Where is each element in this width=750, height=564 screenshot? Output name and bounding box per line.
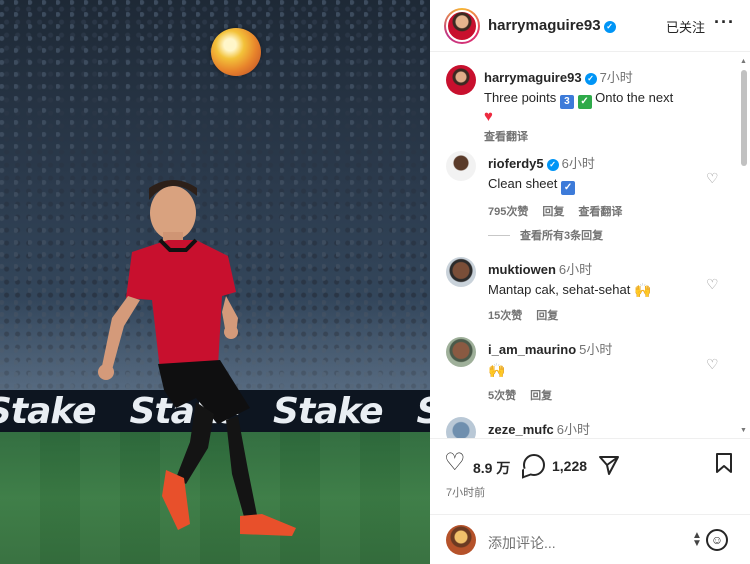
avatar[interactable] xyxy=(446,257,476,287)
comment-likes[interactable]: 5次赞 xyxy=(488,390,516,402)
post-photo[interactable]: Stake Stake Stake Stake xyxy=(0,0,430,564)
like-heart-icon[interactable]: ♡ xyxy=(706,171,720,185)
like-heart-icon[interactable]: ♡ xyxy=(444,451,466,475)
comment-text: Clean sheet xyxy=(488,176,558,191)
clapping-hands-icon: 🙌 xyxy=(488,362,506,378)
following-button[interactable]: 已关注 xyxy=(666,17,705,36)
check-mark-icon: ✓ xyxy=(577,95,592,109)
comment-username[interactable]: muktiowen xyxy=(488,262,556,277)
caption-username[interactable]: harrymaguire93 xyxy=(484,70,582,85)
avatar[interactable] xyxy=(446,417,476,438)
caption-text: Three points xyxy=(484,90,557,105)
like-heart-icon[interactable]: ♡ xyxy=(706,357,720,371)
ellipsis-icon[interactable]: ··· xyxy=(714,12,735,33)
scroll-down-arrow-icon[interactable]: ▼ xyxy=(740,427,747,434)
view-replies-link[interactable]: 查看所有3条回复 xyxy=(488,227,617,243)
header-username[interactable]: harrymaguire93 ✓ xyxy=(488,17,616,34)
comment-likes[interactable]: 795次赞 xyxy=(488,206,528,218)
see-translation-link[interactable]: 查看翻译 xyxy=(484,128,734,144)
likes-count[interactable]: 8.9 万 xyxy=(473,458,510,478)
post-timestamp: 7小时前 xyxy=(446,487,486,499)
caption-text: Onto the next xyxy=(595,90,674,105)
comment-username[interactable]: zeze_mufc xyxy=(488,422,554,437)
reply-button[interactable]: 回复 xyxy=(536,310,558,322)
verified-badge-icon: ✓ xyxy=(546,159,559,171)
comments-count: 1,228 xyxy=(552,458,588,474)
comment-text: Mantap cak, sehat-sehat xyxy=(488,282,631,297)
comment: rioferdy5 ✓ 6小时 Clean sheet ✓ 795次赞 回复 查看翻译 xyxy=(488,156,623,218)
clapping-hands-icon: 🙌 xyxy=(633,282,652,298)
share-paper-plane-icon[interactable] xyxy=(598,454,620,476)
red-heart-icon: ♥ xyxy=(484,108,493,125)
verified-badge-icon: ✓ xyxy=(603,21,616,33)
comment: i_am_maurino 5小时 🙌 5次赞 回复 xyxy=(488,342,613,402)
comment: muktiowen 6小时 Mantap cak, sehat-sehat 🙌 1… xyxy=(488,262,652,322)
avatar xyxy=(446,525,476,555)
avatar[interactable] xyxy=(446,65,476,95)
post-side-panel: harrymaguire93 ✓ 已关注 ··· harrymaguire93 ✓ 7… xyxy=(430,0,750,564)
caption: harrymaguire93 ✓ 7小时 Three points 3 ✓ Onto… xyxy=(484,67,734,144)
bookmark-icon[interactable] xyxy=(715,452,733,474)
profile-avatar[interactable] xyxy=(444,8,480,44)
scroll-thumb[interactable] xyxy=(741,70,747,166)
comments-scrollbar[interactable]: ▲ ▼ xyxy=(739,56,749,434)
player-figure xyxy=(98,180,296,536)
comment-username[interactable]: rioferdy5 xyxy=(488,156,544,171)
comment-username[interactable]: i_am_maurino xyxy=(488,342,576,357)
reply-button[interactable]: 回复 xyxy=(542,206,564,218)
post-header: harrymaguire93 ✓ 已关注 ··· xyxy=(430,0,750,52)
reply-button[interactable]: 回复 xyxy=(530,390,552,402)
see-translation-link[interactable]: 查看翻译 xyxy=(578,206,622,218)
comment-composer: 添加评论... ▲ ▼ ☺ xyxy=(430,514,750,564)
comment-bubble-icon[interactable] xyxy=(523,454,545,476)
resize-arrows-icon: ▲ ▼ xyxy=(692,530,702,549)
avatar[interactable] xyxy=(446,337,476,367)
emoji-smiley-icon[interactable]: ☺ xyxy=(706,529,728,551)
comment-input[interactable]: 添加评论... xyxy=(488,533,556,553)
comment-likes[interactable]: 15次赞 xyxy=(488,310,522,322)
comments-list[interactable]: harrymaguire93 ✓ 7小时 Three points 3 ✓ Onto… xyxy=(430,53,750,438)
like-heart-icon[interactable]: ♡ xyxy=(706,277,720,291)
scroll-up-arrow-icon[interactable]: ▲ xyxy=(740,58,747,65)
avatar[interactable] xyxy=(446,151,476,181)
caption-time: 7小时 xyxy=(599,70,633,85)
check-box-icon: ✓ xyxy=(561,181,576,195)
comment: zeze_mufc 6小时 xyxy=(488,422,590,437)
verified-badge-icon: ✓ xyxy=(584,73,597,85)
keycap-three-icon: 3 xyxy=(559,95,574,109)
